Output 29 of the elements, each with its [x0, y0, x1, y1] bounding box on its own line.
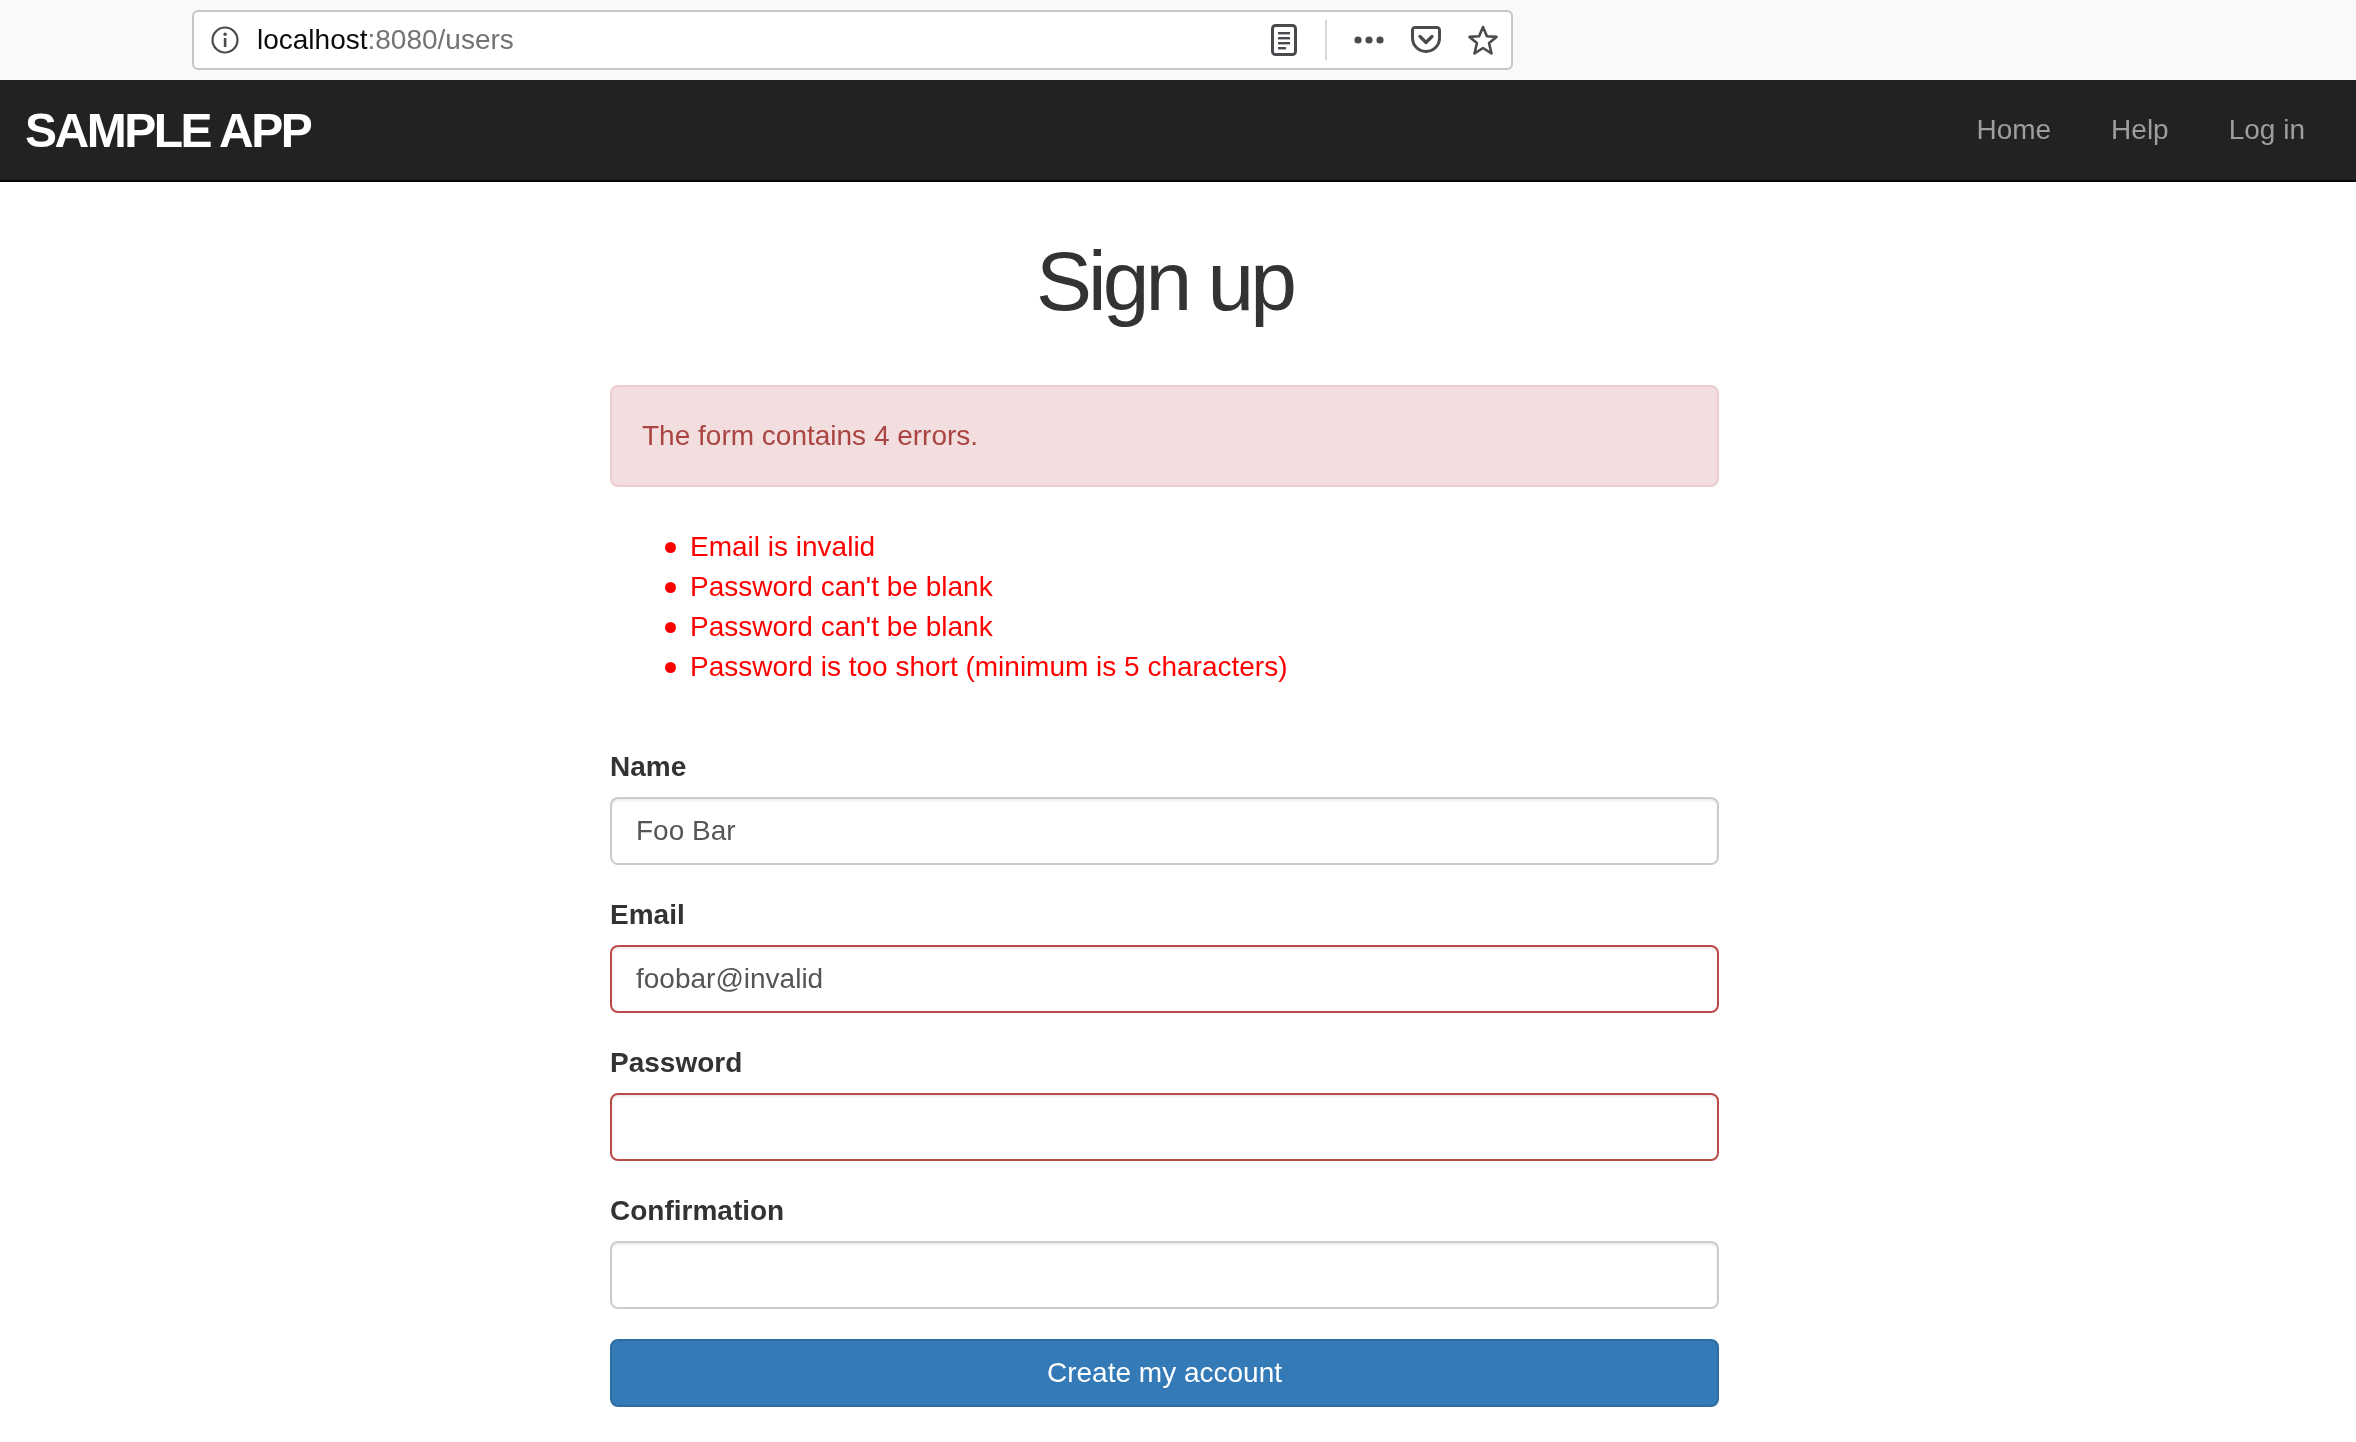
nav-link[interactable]: Help [2081, 84, 2199, 176]
page-heading: Sign up [1035, 235, 1295, 327]
error-message: Password is too short (minimum is 5 characters) [690, 650, 1288, 684]
more-icon[interactable] [1354, 36, 1384, 44]
logo-link[interactable]: SAMPLE APP [25, 102, 311, 158]
bullet-icon [665, 621, 676, 633]
error-alert: The form contains 4 errors. [610, 385, 1719, 487]
create-account-button[interactable]: Create my account [610, 1339, 1719, 1407]
error-message: Password can't be blank [690, 570, 993, 604]
field-label: Email [610, 898, 685, 932]
reader-view-icon[interactable] [1271, 24, 1297, 56]
error-message: Password can't be blank [690, 610, 993, 644]
bullet-icon [665, 661, 676, 673]
field-label: Password [610, 1046, 743, 1080]
input-field[interactable] [610, 1093, 1719, 1161]
error-message: Email is invalid [690, 530, 876, 564]
input-field[interactable]: foobar@invalid [610, 945, 1719, 1013]
nav-link[interactable]: Log in [2198, 84, 2335, 176]
bullet-icon [665, 581, 676, 593]
info-icon[interactable] [211, 26, 239, 54]
bullet-icon [665, 541, 676, 553]
nav-link[interactable]: Home [1946, 84, 2082, 176]
shield-icon[interactable] [1411, 26, 1441, 54]
address-bar[interactable]: localhost:8080/users [192, 10, 1513, 70]
field-label: Confirmation [610, 1194, 785, 1228]
star-icon[interactable] [1467, 24, 1499, 56]
field-label: Name [610, 750, 687, 784]
input-field[interactable]: Foo Bar [610, 797, 1719, 865]
url-text: localhost:8080/users [257, 24, 515, 56]
